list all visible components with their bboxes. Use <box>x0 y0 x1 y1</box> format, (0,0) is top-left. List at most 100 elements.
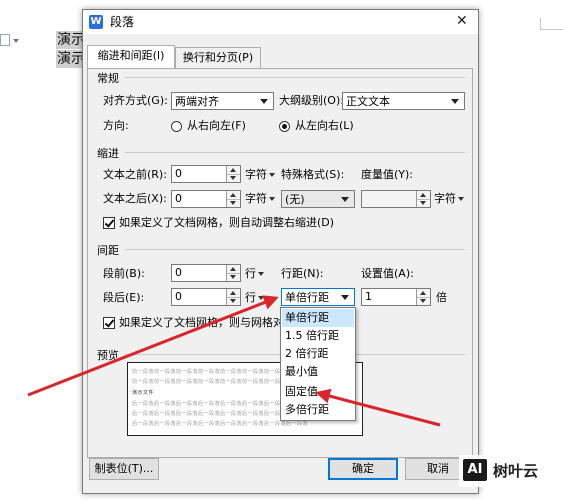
indent-grid-checkbox[interactable] <box>103 217 115 229</box>
ok-button[interactable]: 确定 <box>328 458 398 480</box>
stepper-buttons[interactable] <box>416 191 430 207</box>
chevron-down-icon <box>341 197 349 202</box>
line-spacing-option[interactable]: 1.5 倍行距 <box>282 327 354 345</box>
measure-stepper[interactable] <box>361 190 431 208</box>
outline-level-value: 正文文本 <box>346 95 390 108</box>
stepper-buttons[interactable] <box>226 166 240 182</box>
direction-ltr-label[interactable]: 从左向右(L) <box>295 118 354 134</box>
spin-down-icon[interactable] <box>230 299 236 303</box>
document-icon <box>0 34 10 46</box>
line-spacing-option[interactable]: 单倍行距 <box>282 309 354 327</box>
spin-down-icon[interactable] <box>420 299 426 303</box>
outline-level-label: 大纲级别(O): <box>279 94 344 107</box>
indent-grid-checkbox-label[interactable]: 如果定义了文档网格，则自动调整右缩进(D) <box>119 215 334 231</box>
alignment-select[interactable]: 两端对齐 <box>171 92 274 110</box>
direction-label: 方向: <box>103 119 129 132</box>
section-divider <box>125 249 465 250</box>
section-divider <box>125 152 465 153</box>
chevron-down-icon <box>260 99 268 104</box>
direction-rtl-label[interactable]: 从右向左(F) <box>187 118 246 134</box>
section-preview-title: 预览 <box>97 349 119 362</box>
special-format-select[interactable]: (无) <box>281 190 355 208</box>
spacing-before-unit[interactable]: 行 <box>245 266 264 282</box>
spacing-after-label: 段后(E): <box>103 291 145 304</box>
dialog-title: 段落 <box>110 15 135 29</box>
line-spacing-select[interactable]: 单倍行距 <box>281 288 355 306</box>
section-divider <box>125 77 465 78</box>
watermark-logo: AI <box>463 459 487 481</box>
section-spacing-title: 间距 <box>97 244 119 257</box>
setting-value-label: 设置值(A): <box>361 267 414 280</box>
setting-value-unit: 倍 <box>436 291 447 304</box>
line-spacing-option[interactable]: 固定值 <box>282 383 354 401</box>
spin-up-icon[interactable] <box>230 267 236 271</box>
line-spacing-label: 行距(N): <box>281 267 324 280</box>
stepper-buttons[interactable] <box>416 289 430 305</box>
spacing-grid-checkbox[interactable] <box>103 317 115 329</box>
tab-indent-spacing[interactable]: 缩进和间距(I) <box>87 45 175 68</box>
spin-down-icon[interactable] <box>230 176 236 180</box>
spin-down-icon[interactable] <box>230 275 236 279</box>
spin-up-icon[interactable] <box>230 193 236 197</box>
section-general-title: 常规 <box>97 72 119 85</box>
indent-before-unit[interactable]: 字符 <box>245 167 275 183</box>
stepper-buttons[interactable] <box>226 191 240 207</box>
preview-sample-text: 演示文件 <box>132 390 155 396</box>
line-spacing-option[interactable]: 最小值 <box>282 363 354 381</box>
preview-next-text: 后一段落后一段落后一段落后一段落后一段落后一段落后一段落后一段落 <box>132 421 309 427</box>
indent-after-label: 文本之后(X): <box>103 192 167 205</box>
spin-up-icon[interactable] <box>420 291 426 295</box>
chevron-down-icon <box>13 39 19 43</box>
spacing-before-stepper[interactable]: 0 <box>171 264 241 282</box>
direction-rtl-radio[interactable] <box>171 121 182 132</box>
spin-down-icon[interactable] <box>420 201 426 205</box>
chevron-down-icon <box>258 296 264 300</box>
measure-unit[interactable]: 字符 <box>434 191 464 207</box>
line-spacing-dropdown[interactable]: 单倍行距 1.5 倍行距 2 倍行距 最小值 固定值 多倍行距 <box>280 307 356 421</box>
indent-after-unit[interactable]: 字符 <box>245 191 275 207</box>
chevron-down-icon <box>458 197 464 201</box>
stepper-buttons[interactable] <box>226 265 240 281</box>
measure-label: 度量值(Y): <box>361 168 414 181</box>
alignment-value: 两端对齐 <box>175 95 219 108</box>
spacing-before-label: 段前(B): <box>103 267 145 280</box>
spacing-after-stepper[interactable]: 0 <box>171 288 241 306</box>
tab-line-page-breaks[interactable]: 换行和分页(P) <box>175 47 261 68</box>
chevron-down-icon <box>269 197 275 201</box>
line-spacing-value: 单倍行距 <box>285 291 329 304</box>
margin-line <box>540 29 563 30</box>
spin-up-icon[interactable] <box>420 193 426 197</box>
close-icon[interactable]: ✕ <box>456 13 468 29</box>
spacing-after-value: 0 <box>175 290 182 303</box>
spin-up-icon[interactable] <box>230 291 236 295</box>
line-spacing-option[interactable]: 多倍行距 <box>282 401 354 419</box>
special-format-value: (无) <box>285 193 305 206</box>
spacing-after-unit[interactable]: 行 <box>245 290 264 306</box>
line-spacing-option[interactable]: 2 倍行距 <box>282 345 354 363</box>
chevron-down-icon <box>258 272 264 276</box>
chevron-down-icon <box>269 173 275 177</box>
indent-after-value: 0 <box>175 192 182 205</box>
section-indent-title: 缩进 <box>97 147 119 160</box>
indent-before-stepper[interactable]: 0 <box>171 165 241 183</box>
spacing-grid-checkbox-label[interactable]: 如果定义了文档网格，则与网格对 <box>119 315 284 331</box>
tab-stops-button[interactable]: 制表位(T)... <box>89 458 159 480</box>
watermark: AI 树叶云 <box>459 455 563 487</box>
wps-logo-icon: W <box>89 15 103 29</box>
watermark-brand: 树叶云 <box>493 462 539 480</box>
stepper-buttons[interactable] <box>226 289 240 305</box>
indent-before-label: 文本之前(R): <box>103 168 167 181</box>
chevron-down-icon <box>451 99 459 104</box>
chevron-down-icon <box>341 295 349 300</box>
setting-value-stepper[interactable]: 1 <box>361 288 431 306</box>
alignment-label: 对齐方式(G): <box>103 94 168 107</box>
dialog-titlebar[interactable]: W 段落 ✕ <box>83 10 478 34</box>
spin-up-icon[interactable] <box>230 168 236 172</box>
indent-after-stepper[interactable]: 0 <box>171 190 241 208</box>
outline-level-select[interactable]: 正文文本 <box>342 92 465 110</box>
special-format-label: 特殊格式(S): <box>281 168 345 181</box>
spin-down-icon[interactable] <box>230 201 236 205</box>
indent-before-value: 0 <box>175 167 182 180</box>
direction-ltr-radio[interactable] <box>279 121 290 132</box>
spacing-before-value: 0 <box>175 266 182 279</box>
